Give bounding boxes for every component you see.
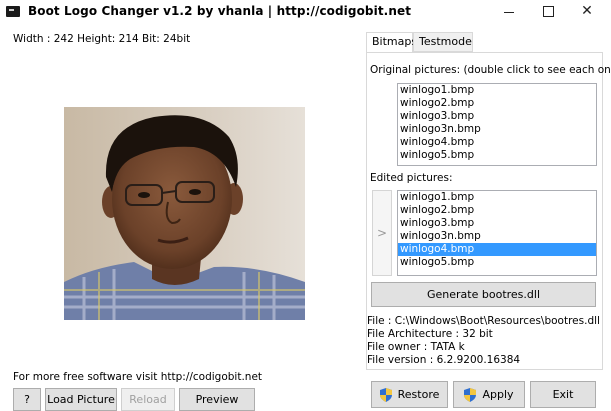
original-list-item[interactable]: winlogo3.bmp [398, 110, 596, 123]
edited-list-item[interactable]: winlogo2.bmp [398, 204, 596, 217]
close-button[interactable]: ✕ [565, 0, 609, 24]
tab-testmode[interactable]: Testmode [413, 32, 473, 52]
app-icon [6, 6, 20, 17]
restore-button[interactable]: Restore [371, 381, 448, 408]
original-list-item[interactable]: winlogo4.bmp [398, 136, 596, 149]
original-list-item[interactable]: winlogo1.bmp [398, 84, 596, 97]
edited-pictures-label: Edited pictures: [370, 172, 453, 184]
edited-list-item[interactable]: winlogo5.bmp [398, 256, 596, 269]
edited-list-item[interactable]: winlogo3n.bmp [398, 230, 596, 243]
edited-list-item[interactable]: winlogo3.bmp [398, 217, 596, 230]
generate-bootres-button[interactable]: Generate bootres.dll [371, 282, 596, 307]
file-architecture: File Architecture : 32 bit [367, 328, 493, 340]
apply-button[interactable]: Apply [453, 381, 525, 408]
copy-arrow-button[interactable]: > [372, 190, 392, 276]
original-list-item[interactable]: winlogo5.bmp [398, 149, 596, 162]
original-pictures-label: Original pictures: (double click to see … [370, 64, 611, 76]
reload-button[interactable]: Reload [121, 388, 175, 411]
exit-button[interactable]: Exit [530, 381, 596, 408]
edited-list-item[interactable]: winlogo4.bmp [398, 243, 596, 256]
file-owner: File owner : TATA k [367, 341, 465, 353]
minimize-button[interactable] [487, 0, 531, 24]
tab-bitmaps[interactable]: Bitmaps [366, 32, 417, 54]
window-title: Boot Logo Changer v1.2 by vhanla | http:… [28, 4, 412, 18]
file-info: File : C:\Windows\Boot\Resources\bootres… [367, 315, 600, 367]
edited-pictures-list[interactable]: winlogo1.bmp winlogo2.bmp winlogo3.bmp winl… [397, 190, 597, 276]
restore-label: Restore [397, 388, 440, 401]
visit-text: For more free software visit http://codi… [13, 371, 263, 383]
file-version: File version : 6.2.9200.16384 [367, 354, 521, 366]
preview-button[interactable]: Preview [179, 388, 255, 411]
uac-shield-icon [379, 388, 392, 402]
apply-label: Apply [482, 388, 514, 401]
original-list-item[interactable]: winlogo2.bmp [398, 97, 596, 110]
uac-shield-icon [464, 388, 477, 402]
portrait-image [64, 107, 305, 320]
edited-list-item[interactable]: winlogo1.bmp [398, 191, 596, 204]
maximize-button[interactable] [526, 0, 570, 24]
help-button[interactable]: ? [13, 388, 41, 411]
image-info: Width : 242 Height: 214 Bit: 24bit [13, 33, 191, 45]
preview-picture [64, 107, 305, 320]
title-bar: Boot Logo Changer v1.2 by vhanla | http:… [0, 0, 611, 24]
file-path: File : C:\Windows\Boot\Resources\bootres… [367, 315, 600, 327]
load-picture-button[interactable]: Load Picture [45, 388, 117, 411]
original-pictures-list[interactable]: winlogo1.bmp winlogo2.bmp winlogo3.bmp winl… [397, 83, 597, 166]
original-list-item[interactable]: winlogo3n.bmp [398, 123, 596, 136]
